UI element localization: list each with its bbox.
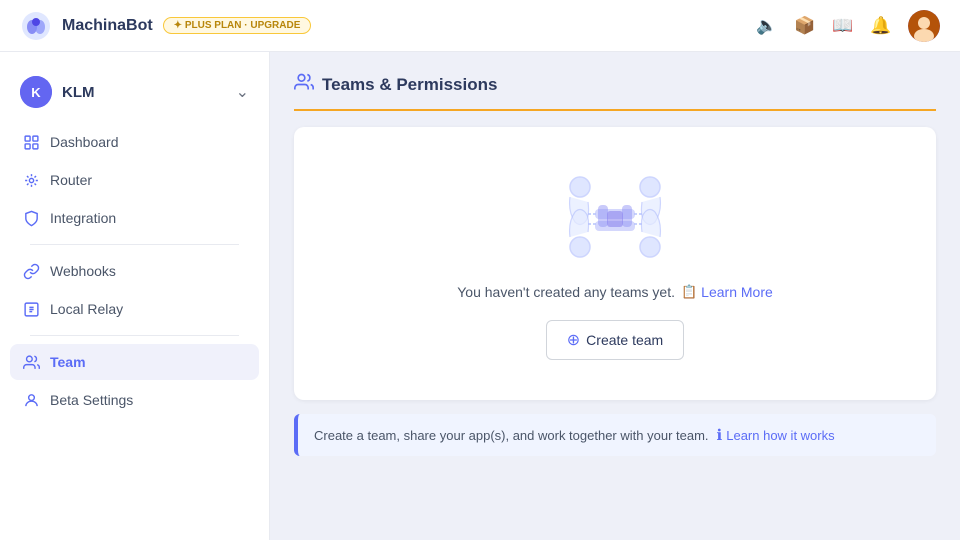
sidebar-label-local-relay: Local Relay — [50, 301, 123, 317]
workspace-icon: K — [20, 76, 52, 108]
team-illustration — [550, 167, 680, 262]
sidebar-label-dashboard: Dashboard — [50, 134, 119, 150]
sidebar-label-webhooks: Webhooks — [50, 263, 116, 279]
sidebar-divider-2 — [30, 335, 239, 336]
speaker-icon[interactable]: 🔈 — [756, 15, 778, 37]
sidebar-divider-1 — [30, 244, 239, 245]
create-team-label: Create team — [586, 332, 663, 348]
sidebar-label-router: Router — [50, 172, 92, 188]
learn-how-link[interactable]: ℹ Learn how it works — [717, 426, 835, 444]
sidebar-item-beta-settings[interactable]: Beta Settings — [10, 382, 259, 418]
main-layout: K KLM ⌄ Dashboard — [0, 52, 960, 540]
learn-more-label: Learn More — [701, 284, 773, 300]
chevron-down-icon: ⌄ — [236, 82, 249, 102]
sidebar-item-local-relay[interactable]: Local Relay — [10, 291, 259, 327]
team-icon — [22, 353, 40, 371]
sidebar-label-beta-settings: Beta Settings — [50, 392, 133, 408]
bell-icon[interactable]: 🔔 — [870, 15, 892, 37]
app-name: MachinaBot — [62, 17, 153, 35]
book-icon[interactable]: 📖 — [832, 15, 854, 37]
empty-text-label: You haven't created any teams yet. — [457, 284, 675, 300]
teams-card: You haven't created any teams yet. 📋 Lea… — [294, 127, 936, 400]
local-relay-icon — [22, 300, 40, 318]
sidebar-item-router[interactable]: Router — [10, 162, 259, 198]
workspace-name: KLM — [62, 84, 95, 101]
page-title: Teams & Permissions — [322, 75, 497, 95]
page-header: Teams & Permissions — [294, 72, 936, 111]
upgrade-badge[interactable]: ✦ PLUS PLAN · UPGRADE — [163, 17, 312, 34]
cube-icon[interactable]: 📦 — [794, 15, 816, 37]
sidebar-item-dashboard[interactable]: Dashboard — [10, 124, 259, 160]
avatar[interactable] — [908, 10, 940, 42]
sidebar: K KLM ⌄ Dashboard — [0, 52, 270, 540]
integration-icon — [22, 209, 40, 227]
router-icon — [22, 171, 40, 189]
learn-more-link[interactable]: 📋 Learn More — [681, 284, 773, 300]
sidebar-item-webhooks[interactable]: Webhooks — [10, 253, 259, 289]
sidebar-label-team: Team — [50, 354, 86, 370]
topnav-right: 🔈 📦 📖 🔔 — [756, 10, 940, 42]
dashboard-icon — [22, 133, 40, 151]
learn-more-icon: 📋 — [681, 284, 697, 300]
workspace-left: K KLM — [20, 76, 95, 108]
sidebar-label-integration: Integration — [50, 210, 116, 226]
sidebar-nav: Dashboard Router — [0, 124, 269, 524]
webhooks-icon — [22, 262, 40, 280]
sidebar-item-integration[interactable]: Integration — [10, 200, 259, 236]
create-team-plus-icon: ⊕ — [567, 330, 580, 350]
learn-how-label: Learn how it works — [726, 428, 834, 443]
create-team-button[interactable]: ⊕ Create team — [546, 320, 684, 360]
empty-text: You haven't created any teams yet. 📋 Lea… — [457, 284, 773, 300]
info-circle-icon: ℹ — [717, 426, 723, 444]
info-banner: Create a team, share your app(s), and wo… — [294, 414, 936, 456]
topnav-left: MachinaBot ✦ PLUS PLAN · UPGRADE — [20, 10, 311, 42]
workspace-selector[interactable]: K KLM ⌄ — [0, 68, 269, 124]
info-banner-text: Create a team, share your app(s), and wo… — [314, 428, 709, 443]
logo-icon — [20, 10, 52, 42]
beta-settings-icon — [22, 391, 40, 409]
svg-text:K: K — [31, 85, 41, 100]
sidebar-item-team[interactable]: Team — [10, 344, 259, 380]
main-content: Teams & Permissions — [270, 52, 960, 540]
page-header-icon — [294, 72, 314, 97]
topnav: MachinaBot ✦ PLUS PLAN · UPGRADE 🔈 📦 📖 🔔 — [0, 0, 960, 52]
